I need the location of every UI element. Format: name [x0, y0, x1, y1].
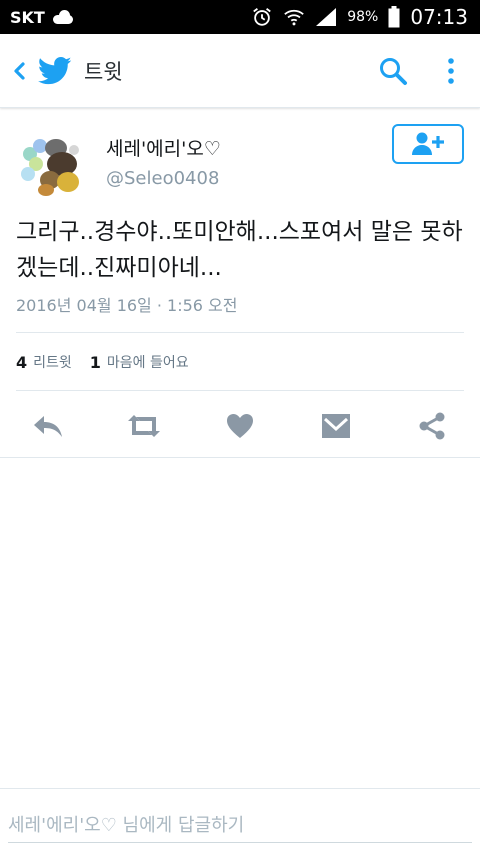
share-button[interactable]	[384, 406, 480, 446]
avatar-image	[16, 128, 90, 202]
tweet-actions	[0, 406, 480, 446]
wifi-icon	[284, 9, 305, 26]
reply-button[interactable]	[0, 406, 96, 446]
share-icon	[419, 412, 445, 440]
direct-message-icon	[322, 414, 350, 438]
like-stat-label: 마음에 들어요	[106, 355, 189, 371]
like-stat[interactable]: 1 마음에 들어요	[90, 352, 189, 372]
battery-label: 98%	[347, 9, 379, 25]
tweet-stats: 4 리트윗 1 마음에 들어요	[16, 352, 207, 372]
reply-bar	[0, 788, 480, 853]
cloud-icon	[51, 10, 75, 24]
app-bar: 트윗	[0, 34, 480, 108]
more-vert-icon	[448, 57, 454, 84]
like-count: 1	[89, 352, 101, 372]
search-button[interactable]	[364, 34, 422, 108]
status-bar: SKT 98% 07:13	[0, 0, 480, 34]
search-icon	[380, 57, 407, 85]
battery-icon	[388, 6, 400, 28]
divider	[16, 390, 464, 391]
more-options-button[interactable]	[422, 34, 480, 108]
signal-icon	[316, 8, 337, 26]
display-name[interactable]: 세레'에리'오♡	[106, 134, 221, 161]
alarm-icon	[253, 8, 272, 26]
add-user-icon	[412, 132, 444, 155]
user-handle[interactable]: @Seleo0408	[106, 168, 219, 189]
divider	[0, 457, 480, 458]
retweet-stat[interactable]: 4 리트윗	[16, 352, 72, 372]
retweet-icon	[128, 415, 160, 437]
like-button[interactable]	[192, 406, 288, 446]
reply-icon	[34, 416, 62, 437]
divider	[16, 332, 464, 333]
back-button[interactable]	[2, 34, 38, 108]
back-icon	[14, 61, 25, 80]
retweet-button[interactable]	[96, 406, 192, 446]
reply-input[interactable]	[8, 809, 472, 843]
carrier-label: SKT	[10, 7, 45, 27]
avatar[interactable]	[16, 128, 90, 202]
clock: 07:13	[410, 5, 468, 29]
retweet-count: 4	[16, 352, 28, 372]
direct-message-button[interactable]	[288, 406, 384, 446]
page-title: 트윗	[84, 59, 123, 84]
tweet-text: 그리구..경수야..또미안해...스포여서 말은 못하겠는데..진짜미아네...	[16, 219, 463, 281]
follow-button[interactable]	[392, 124, 464, 164]
tweet-timestamp: 2016년 04월 16일 · 1:56 오전	[16, 296, 238, 315]
tweet-header: 세레'에리'오♡ @Seleo0408	[0, 108, 480, 202]
twitter-bird-icon	[38, 56, 72, 84]
heart-icon	[227, 414, 253, 438]
tweet-detail: 세레'에리'오♡ @Seleo0408 그리구..경수야..또미안해...스포여…	[0, 108, 480, 440]
retweet-stat-label: 리트윗	[33, 355, 72, 371]
